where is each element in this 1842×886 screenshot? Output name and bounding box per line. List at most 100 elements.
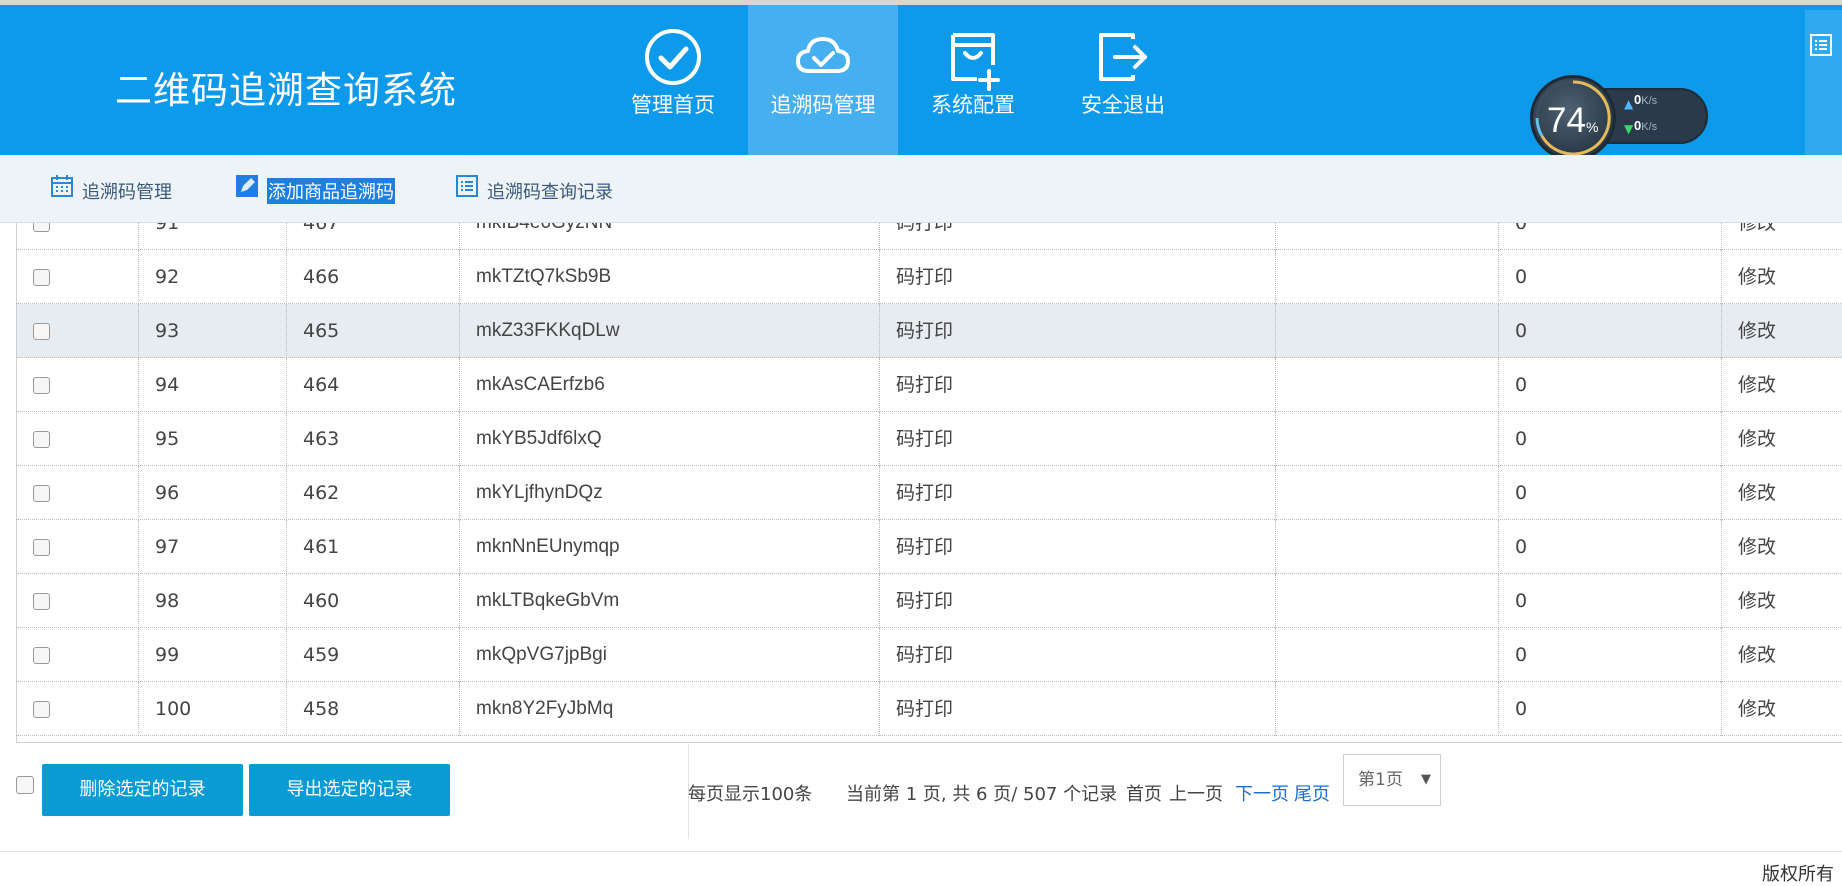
nav-item-logout[interactable]: 安全退出 [1048, 5, 1198, 155]
subnav-label-trace-code-query-log: 追溯码查询记录 [487, 182, 613, 203]
edit-square-icon [236, 175, 258, 197]
subnav-label-add-product-trace-code: 添加商品追溯码 [267, 178, 395, 204]
cell-no: 93 [139, 304, 287, 358]
table-row[interactable]: 96 462 mkYLjfhynDQz 码打印 0 修改 [17, 466, 1842, 520]
box-add-icon [951, 33, 1000, 91]
cell-id: 465 [287, 304, 460, 358]
cell-id: 464 [287, 358, 460, 412]
cell-extra [1276, 223, 1499, 250]
cell-type: 码打印 [880, 223, 1276, 250]
edit-link[interactable]: 修改 [1722, 466, 1842, 520]
app-title: 二维码追溯查询系统 [115, 69, 457, 112]
row-checkbox[interactable] [33, 647, 50, 664]
table-row[interactable]: 94 464 mkAsCAErfzb6 码打印 0 修改 [17, 358, 1842, 412]
calendar-icon [51, 175, 73, 197]
table-row[interactable]: 97 461 mknNnEUnymqp 码打印 0 修改 [17, 520, 1842, 574]
cell-code: mknNnEUnymqp [460, 520, 880, 574]
check-circle-icon [645, 29, 701, 85]
table-row[interactable]: 92 466 mkTZtQ7kSb9B 码打印 0 修改 [17, 250, 1842, 304]
cell-code: mkQpVG7jpBgi [460, 628, 880, 682]
cell-id: 462 [287, 466, 460, 520]
table-row[interactable]: 99 459 mkQpVG7jpBgi 码打印 0 修改 [17, 628, 1842, 682]
row-checkbox[interactable] [33, 593, 50, 610]
edit-link[interactable]: 修改 [1722, 304, 1842, 358]
table-row[interactable]: 93 465 mkZ33FKKqDLw 码打印 0 修改 [17, 304, 1842, 358]
table-row[interactable]: 95 463 mkYB5Jdf6lxQ 码打印 0 修改 [17, 412, 1842, 466]
export-selected-button[interactable]: 导出选定的记录 [249, 764, 450, 816]
cell-count: 0 [1499, 682, 1722, 736]
download-speed: 0K/s [1634, 118, 1658, 133]
per-page-text: 每页显示100条 [688, 784, 813, 805]
nav-item-trace-code[interactable]: 追溯码管理 [748, 5, 898, 155]
table-row[interactable]: 100 458 mkn8Y2FyJbMq 码打印 0 修改 [17, 682, 1842, 736]
cell-id: 466 [287, 250, 460, 304]
cell-extra [1276, 412, 1499, 466]
edit-link[interactable]: 修改 [1722, 358, 1842, 412]
cell-type: 码打印 [880, 250, 1276, 304]
edit-link[interactable]: 修改 [1722, 682, 1842, 736]
row-checkbox[interactable] [33, 323, 50, 340]
row-checkbox[interactable] [33, 539, 50, 556]
cell-no: 94 [139, 358, 287, 412]
cell-code: mkZ33FKKqDLw [460, 304, 880, 358]
edit-link[interactable]: 修改 [1722, 574, 1842, 628]
cell-extra [1276, 628, 1499, 682]
nav-label-home: 管理首页 [631, 93, 715, 117]
table-row[interactable]: 91 467 mkIB4e6GyzNN 码打印 0 修改 [17, 223, 1842, 250]
row-checkbox[interactable] [33, 377, 50, 394]
cell-count: 0 [1499, 466, 1722, 520]
last-page-link[interactable]: 尾页 [1294, 780, 1330, 806]
cell-extra [1276, 466, 1499, 520]
cell-extra [1276, 358, 1499, 412]
row-checkbox[interactable] [33, 485, 50, 502]
network-speed-widget[interactable]: ▲ ▼ 0K/s 0K/s 74% [1530, 75, 1708, 161]
upload-arrow-icon: ▲ [1624, 97, 1634, 111]
nav-item-system-config[interactable]: 系统配置 [898, 5, 1048, 155]
header-bar: 二维码追溯查询系统 管理首页 追溯码管理 系统配置 安全退出 ▲ ▼ 0K/s … [0, 5, 1842, 161]
cell-id: 460 [287, 574, 460, 628]
row-checkbox[interactable] [33, 431, 50, 448]
upload-speed: 0K/s [1634, 92, 1658, 107]
subnav-label-trace-code-manage: 追溯码管理 [82, 182, 172, 203]
chevron-down-icon: ▼ [1421, 772, 1431, 787]
select-all-checkbox[interactable] [16, 776, 34, 794]
row-checkbox[interactable] [33, 701, 50, 718]
cell-type: 码打印 [880, 466, 1276, 520]
cell-count: 0 [1499, 574, 1722, 628]
nav-label-trace-code: 追溯码管理 [770, 93, 876, 117]
page-select-value: 第1页 [1358, 770, 1403, 790]
nav-item-home[interactable]: 管理首页 [598, 5, 748, 155]
delete-selected-button[interactable]: 删除选定的记录 [42, 764, 243, 816]
table-row[interactable]: 98 460 mkLTBqkeGbVm 码打印 0 修改 [17, 574, 1842, 628]
cell-extra [1276, 574, 1499, 628]
download-arrow-icon: ▼ [1624, 122, 1634, 136]
page-select[interactable]: 第1页 ▼ [1343, 754, 1441, 806]
list-icon[interactable] [1809, 33, 1833, 57]
next-page-link[interactable]: 下一页 [1235, 780, 1289, 806]
cell-no: 99 [139, 628, 287, 682]
row-checkbox[interactable] [33, 223, 50, 232]
nav-label-logout: 安全退出 [1081, 93, 1165, 117]
memory-percent: 74% [1547, 101, 1599, 140]
cell-no: 100 [139, 682, 287, 736]
cell-id: 463 [287, 412, 460, 466]
cell-code: mkTZtQ7kSb9B [460, 250, 880, 304]
cell-no: 97 [139, 520, 287, 574]
edit-link[interactable]: 修改 [1722, 412, 1842, 466]
memory-gauge: 74% [1530, 75, 1616, 161]
edit-link[interactable]: 修改 [1722, 250, 1842, 304]
row-checkbox[interactable] [33, 269, 50, 286]
sub-navigation: 追溯码管理 添加商品追溯码 追溯码查询记录 [0, 155, 1842, 223]
cell-code: mkYLjfhynDQz [460, 466, 880, 520]
cell-code: mkIB4e6GyzNN [460, 223, 880, 250]
edit-link[interactable]: 修改 [1722, 223, 1842, 250]
edit-link[interactable]: 修改 [1722, 628, 1842, 682]
cell-no: 91 [139, 223, 287, 250]
cell-no: 96 [139, 466, 287, 520]
cell-code: mkn8Y2FyJbMq [460, 682, 880, 736]
edit-link[interactable]: 修改 [1722, 520, 1842, 574]
cell-count: 0 [1499, 250, 1722, 304]
cell-extra [1276, 250, 1499, 304]
list-icon [456, 175, 478, 197]
cell-type: 码打印 [880, 358, 1276, 412]
